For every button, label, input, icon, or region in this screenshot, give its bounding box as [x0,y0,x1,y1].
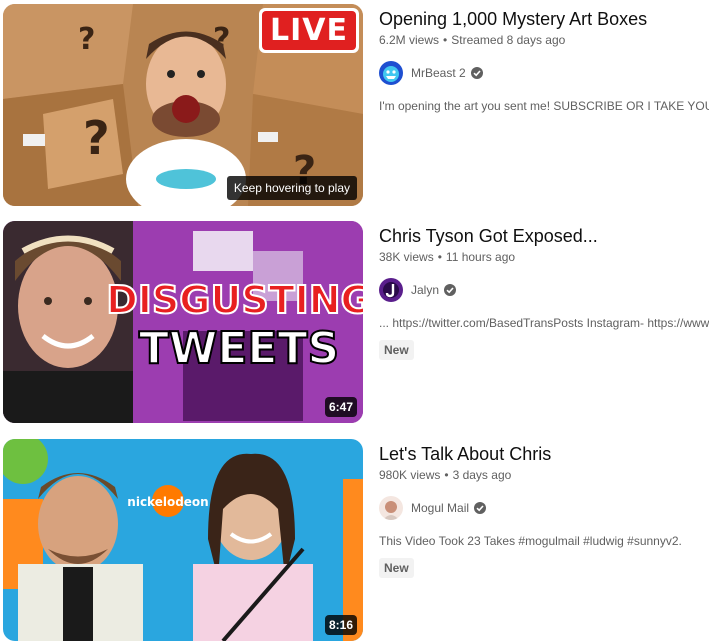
channel-link[interactable]: Jalyn [379,278,709,302]
video-info: Opening 1,000 Mystery Art Boxes 6.2M vie… [379,4,709,113]
video-item[interactable]: nickelodeon 8:16 Let's Talk About Chris … [3,439,709,641]
mrbeast-logo-icon [379,61,403,85]
video-meta: 6.2M views • Streamed 8 days ago [379,33,709,47]
svg-text:?: ? [78,22,95,57]
duration-badge: 8:16 [324,615,357,635]
view-count: 6.2M views [379,33,440,47]
video-title[interactable]: Chris Tyson Got Exposed... [379,223,709,249]
new-badge: New [379,558,414,578]
duration-badge: 6:47 [324,397,357,417]
meta-separator: • [444,468,449,482]
thumbnail-image: DISGUSTING TWEETS [3,221,363,423]
channel-link[interactable]: Mogul Mail [379,496,709,520]
thumb-headline-1: DISGUSTING [106,278,363,322]
new-badge: New [379,340,414,360]
mogul-mail-avatar-icon [379,496,403,520]
video-description: This Video Took 23 Takes #mogulmail #lud… [379,534,682,548]
meta-separator: • [443,33,448,47]
video-description: ... https://twitter.com/BasedTransPosts … [379,316,709,330]
live-badge: LIVE [259,8,359,53]
upload-age: 3 days ago [452,468,512,482]
thumb-headline-2: TWEETS [139,323,339,374]
video-title[interactable]: Let's Talk About Chris [379,441,709,467]
view-count: 980K views [379,468,441,482]
video-info: Chris Tyson Got Exposed... 38K views • 11 … [379,221,709,360]
channel-avatar[interactable] [379,278,403,302]
video-thumbnail[interactable]: DISGUSTING TWEETS 6:47 [3,221,363,423]
video-meta: 38K views • 11 hours ago [379,250,709,264]
video-item[interactable]: ? ? ? ? LIVE Keep hovering to play Openi… [3,4,709,206]
view-count: 38K views [379,250,434,264]
meta-separator: • [437,250,442,264]
upload-age: Streamed 8 days ago [451,33,566,47]
jalyn-logo-icon [379,278,403,302]
channel-name[interactable]: Mogul Mail [411,501,469,515]
video-item[interactable]: DISGUSTING TWEETS 6:47 Chris Tyson Got E… [3,221,709,423]
video-thumbnail[interactable]: nickelodeon 8:16 [3,439,363,641]
svg-text:?: ? [83,111,110,165]
channel-link[interactable]: MrBeast 2 [379,61,709,85]
video-title[interactable]: Opening 1,000 Mystery Art Boxes [379,6,709,32]
channel-avatar[interactable] [379,61,403,85]
video-meta: 980K views • 3 days ago [379,468,709,482]
upload-age: 11 hours ago [445,250,516,264]
channel-avatar[interactable] [379,496,403,520]
video-info: Let's Talk About Chris 980K views • 3 days… [379,439,709,578]
verified-check-icon [474,502,487,514]
thumb-logo-text: nickelodeon [127,495,208,509]
thumbnail-image: nickelodeon [3,439,363,641]
verified-check-icon [470,67,483,79]
verified-check-icon [444,284,457,296]
hover-hint: Keep hovering to play [226,176,357,200]
video-description: I'm opening the art you sent me! SUBSCRI… [379,99,709,113]
channel-name[interactable]: MrBeast 2 [411,66,466,80]
channel-name[interactable]: Jalyn [411,283,439,297]
video-thumbnail[interactable]: ? ? ? ? LIVE Keep hovering to play [3,4,363,206]
